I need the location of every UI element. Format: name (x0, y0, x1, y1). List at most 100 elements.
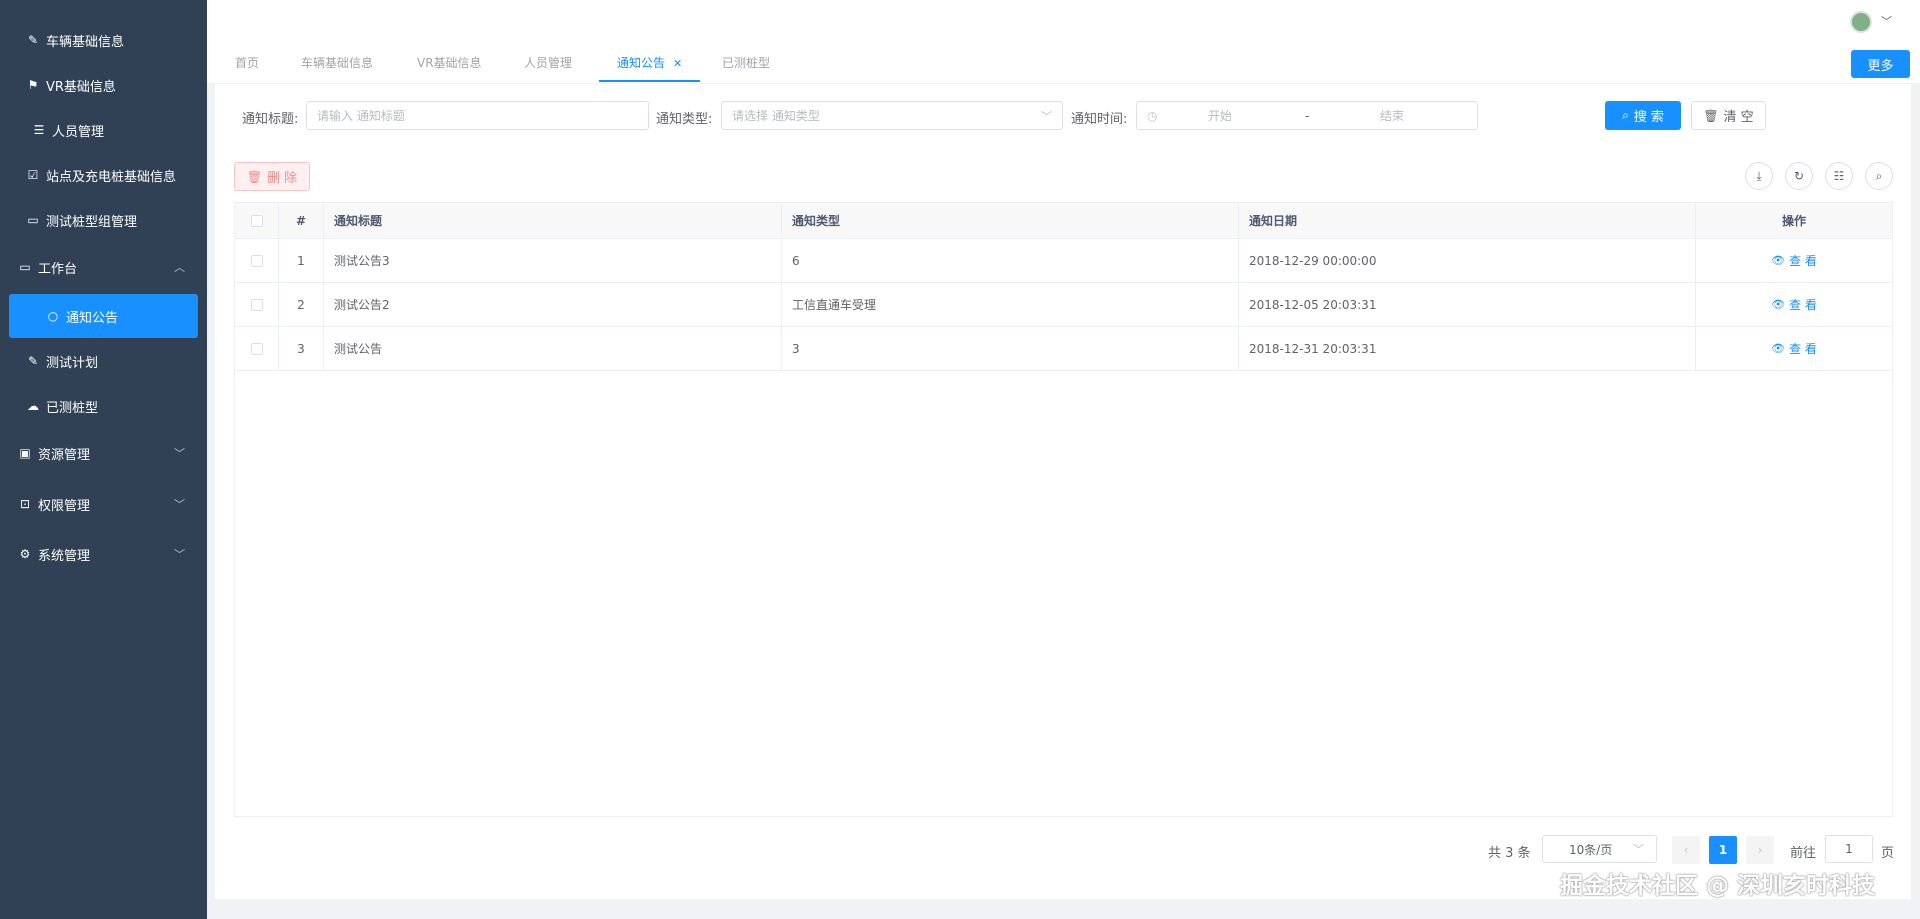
download-icon[interactable]: ⤓ (1745, 162, 1773, 190)
search-button-label: 搜 索 (1633, 110, 1664, 125)
tab-vr-info[interactable]: VR基础信息 (417, 44, 482, 82)
sidebar-item-tested-pile[interactable]: ☁ 已测桩型 (0, 386, 207, 426)
circle-icon: ○ (47, 309, 59, 323)
sidebar-group-resource[interactable]: ▣ 资源管理 ﹀ (0, 433, 207, 473)
next-page-button[interactable]: › (1746, 836, 1774, 864)
table-header: # 通知标题 通知类型 通知日期 操作 (235, 203, 1892, 239)
gear-icon: ⚙ (19, 547, 31, 561)
row-date: 2018-12-29 00:00:00 (1239, 239, 1696, 282)
title-input[interactable]: 请输入 通知标题 (306, 101, 649, 130)
page-size-select[interactable]: 10条/页 ﹀ (1542, 835, 1657, 863)
lock-icon: ⊡ (19, 497, 31, 511)
row-index: 2 (279, 283, 324, 326)
row-index: 3 (279, 327, 324, 370)
type-label: 通知类型: (656, 112, 713, 127)
row-type: 6 (782, 239, 1239, 282)
sidebar-item-test-plan[interactable]: ✎ 测试计划 (0, 341, 207, 381)
sidebar-group-system[interactable]: ⚙ 系统管理 ﹀ (0, 534, 207, 574)
refresh-icon[interactable]: ↻ (1785, 162, 1813, 190)
header-op: 操作 (1781, 214, 1806, 228)
type-placeholder: 请选择 通知类型 (732, 109, 820, 123)
tab-notice[interactable]: 通知公告 ✕ (599, 44, 701, 82)
row-checkbox[interactable] (250, 342, 263, 355)
cloud-icon: ☁ (27, 399, 39, 413)
sidebar-item-label: 权限管理 (38, 498, 91, 514)
monitor-icon: ▭ (19, 260, 31, 274)
view-button[interactable]: 👁 查 看 (1771, 252, 1817, 269)
id-card-icon: ▭ (27, 213, 39, 227)
tags-view: 首页 车辆基础信息 VR基础信息 人员管理 通知公告 ✕ 已测桩型 更多 (207, 44, 1920, 84)
chevron-down-icon: ﹀ (174, 498, 185, 511)
date-range-picker[interactable]: ◷ 开始 - 结束 (1136, 101, 1478, 130)
pagination-total: 共 3 条 (1488, 846, 1531, 861)
row-type: 3 (782, 327, 1239, 370)
chevron-down-icon: ﹀ (174, 548, 185, 561)
row-date: 2018-12-31 20:03:31 (1239, 327, 1696, 370)
tab-label: 车辆基础信息 (301, 56, 374, 70)
sidebar-group-permission[interactable]: ⊡ 权限管理 ﹀ (0, 484, 207, 524)
columns-settings-icon[interactable]: ☷ (1825, 162, 1853, 190)
sidebar-item-label: 工作台 (38, 261, 78, 277)
row-check-cell (235, 239, 279, 282)
row-type: 工信直通车受理 (782, 283, 1239, 326)
sidebar-group-workbench[interactable]: ▭ 工作台 ︿ (0, 247, 207, 287)
table-row: 2 测试公告2 工信直通车受理 2018-12-05 20:03:31 👁 查 看 (235, 283, 1892, 327)
search-toggle-icon[interactable]: ⌕ (1865, 162, 1893, 190)
close-icon[interactable]: ✕ (673, 57, 682, 70)
chevron-down-icon: ﹀ (1041, 109, 1052, 123)
range-separator: - (1305, 108, 1310, 123)
row-op: 👁 查 看 (1696, 327, 1892, 370)
more-button[interactable]: 更多 (1851, 50, 1910, 78)
view-button[interactable]: 👁 查 看 (1771, 296, 1817, 313)
sidebar-item-station-charger[interactable]: ☑ 站点及充电桩基础信息 (0, 155, 207, 195)
eye-icon: 👁 (1771, 342, 1786, 355)
prev-page-button[interactable]: ‹ (1672, 836, 1700, 864)
sidebar-item-vehicle-info[interactable]: ✎ 车辆基础信息 (0, 20, 207, 60)
sidebar-item-label: 人员管理 (52, 124, 105, 140)
tab-home[interactable]: 首页 (235, 44, 259, 82)
tab-vehicle-info[interactable]: 车辆基础信息 (301, 44, 373, 82)
sidebar: ✎ 车辆基础信息 ⚑ VR基础信息 ☰ 人员管理 ☑ 站点及充电桩基础信息 ▭ … (0, 0, 207, 919)
select-all-checkbox[interactable] (250, 214, 263, 227)
list-icon: ☰ (33, 123, 45, 137)
sidebar-item-personnel[interactable]: ☰ 人员管理 (0, 110, 207, 150)
flag-icon: ⚑ (27, 78, 39, 92)
sidebar-item-test-pile-group[interactable]: ▭ 测试桩型组管理 (0, 200, 207, 240)
checkbox-icon: ☑ (27, 168, 39, 182)
search-button[interactable]: ⌕ 搜 索 (1605, 101, 1681, 130)
top-navbar: ﹀ (207, 0, 1920, 44)
type-select[interactable]: 请选择 通知类型 ﹀ (721, 101, 1063, 130)
page-suffix: 页 (1881, 846, 1895, 861)
table-row: 3 测试公告 3 2018-12-31 20:03:31 👁 查 看 (235, 327, 1892, 371)
table-row: 1 测试公告3 6 2018-12-29 00:00:00 👁 查 看 (235, 239, 1892, 283)
sidebar-item-label: 测试计划 (46, 355, 99, 371)
row-checkbox[interactable] (250, 254, 263, 267)
row-title: 测试公告 (324, 327, 782, 370)
sidebar-item-label: 资源管理 (38, 447, 91, 463)
notice-table: # 通知标题 通知类型 通知日期 操作 1 测试公告3 6 2018-12-29… (234, 202, 1893, 817)
page-number-button[interactable]: 1 (1709, 836, 1737, 864)
row-op: 👁 查 看 (1696, 239, 1892, 282)
row-op: 👁 查 看 (1696, 283, 1892, 326)
start-date-placeholder: 开始 (1208, 109, 1233, 123)
sidebar-item-notice[interactable]: ○ 通知公告 (9, 294, 198, 338)
goto-page-input[interactable]: 1 (1825, 835, 1873, 863)
avatar[interactable] (1850, 11, 1872, 33)
sidebar-item-vr-info[interactable]: ⚑ VR基础信息 (0, 65, 207, 105)
trash-icon: 🗑 (1703, 108, 1719, 123)
tab-label: 已测桩型 (722, 56, 771, 70)
clear-button[interactable]: 🗑 清 空 (1691, 101, 1766, 130)
title-label: 通知标题: (242, 112, 299, 127)
delete-button[interactable]: 🗑 删 除 (234, 162, 310, 191)
tab-personnel[interactable]: 人员管理 (524, 44, 572, 82)
view-label: 查 看 (1789, 254, 1817, 268)
tab-tested-pile[interactable]: 已测桩型 (722, 44, 770, 82)
chevron-down-icon: ﹀ (1633, 843, 1644, 856)
chevron-down-icon[interactable]: ﹀ (1881, 13, 1892, 29)
title-placeholder: 请输入 通知标题 (317, 109, 405, 123)
header-type: 通知类型 (782, 203, 1239, 238)
row-checkbox[interactable] (250, 298, 263, 311)
header-date: 通知日期 (1239, 203, 1696, 238)
view-button[interactable]: 👁 查 看 (1771, 340, 1817, 357)
trash-icon: 🗑 (246, 169, 263, 184)
